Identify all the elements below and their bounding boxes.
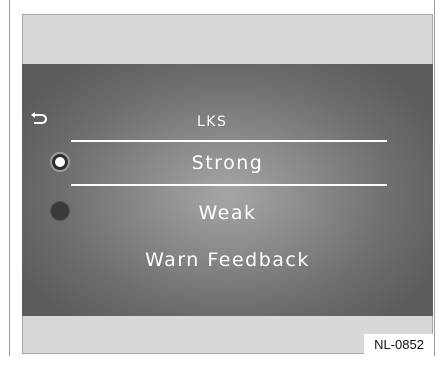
menu-item-weak[interactable]: Weak xyxy=(22,202,433,224)
menu-item-warn-feedback[interactable]: Warn Feedback xyxy=(22,249,433,271)
display-screen: LKS Strong Weak Warn Feedback xyxy=(22,64,433,316)
screen-title: LKS xyxy=(197,114,228,130)
menu-item-strong[interactable]: Strong xyxy=(22,152,433,174)
back-arrow-icon[interactable] xyxy=(30,111,48,127)
selection-divider-top xyxy=(71,140,387,142)
figure-code-label: NL-0852 xyxy=(364,334,434,356)
selection-divider-bottom xyxy=(71,184,387,186)
